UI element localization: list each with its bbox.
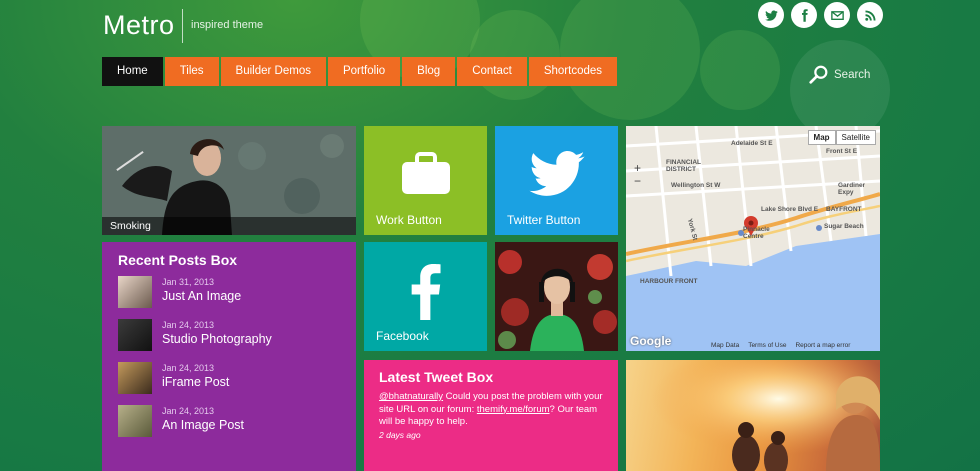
post-date: Jan 31, 2013 xyxy=(162,277,215,287)
tweet-box-title: Latest Tweet Box xyxy=(379,369,494,385)
post-item[interactable]: Jan 24, 2013 Studio Photography xyxy=(118,319,340,354)
search-label: Search xyxy=(834,69,871,81)
search-icon xyxy=(809,65,828,84)
nav-item-builder-demos[interactable]: Builder Demos xyxy=(220,57,326,86)
post-thumbnail[interactable] xyxy=(118,362,152,394)
post-date: Jan 24, 2013 xyxy=(162,320,215,330)
bokeh-light xyxy=(700,30,780,110)
main-nav: Home Tiles Builder Demos Portfolio Blog … xyxy=(102,57,618,86)
post-title-link[interactable]: Studio Photography xyxy=(162,332,272,346)
map-label: BAYFRONT xyxy=(826,206,862,213)
tweet-handle-link[interactable]: @bhatnaturally xyxy=(379,391,443,402)
map-type-satellite-button[interactable]: Satellite xyxy=(835,130,876,145)
twitter-bird-icon xyxy=(528,150,585,196)
recent-posts-box: Recent Posts Box Jan 31, 2013 Just An Im… xyxy=(102,242,356,471)
twitter-icon[interactable] xyxy=(758,2,784,28)
tile-beach-image[interactable] xyxy=(626,360,880,471)
beach-photo xyxy=(626,360,880,471)
map-label: Front St E xyxy=(826,148,858,155)
map-label: Adelaide St E xyxy=(731,140,773,147)
rss-icon[interactable] xyxy=(857,2,883,28)
post-title-link[interactable]: iFrame Post xyxy=(162,375,229,389)
tile-label: Work Button xyxy=(376,213,442,227)
map-type-map-button[interactable]: Map xyxy=(807,130,836,145)
tile-label: Twitter Button xyxy=(507,213,581,227)
tile-smoking-image[interactable]: Smoking xyxy=(102,126,356,235)
post-thumbnail[interactable] xyxy=(118,319,152,351)
site-tagline: inspired theme xyxy=(191,19,264,31)
post-item[interactable]: Jan 31, 2013 Just An Image xyxy=(118,276,340,311)
post-item[interactable]: Jan 24, 2013 An Image Post xyxy=(118,405,340,440)
post-date: Jan 24, 2013 xyxy=(162,406,215,416)
tile-work-button[interactable]: Work Button xyxy=(364,126,487,235)
map-footer: Map Data Terms of Use Report a map error xyxy=(711,342,850,349)
post-date: Jan 24, 2013 xyxy=(162,363,215,373)
portrait-photo xyxy=(495,242,618,351)
recent-posts-title: Recent Posts Box xyxy=(118,252,238,268)
tweet-timestamp: 2 days ago xyxy=(379,429,421,440)
tile-portrait-image[interactable] xyxy=(495,242,618,351)
google-logo: Google xyxy=(630,334,672,348)
map-label: FINANCIAL DISTRICT xyxy=(666,159,701,173)
map-label: Gardiner Expy xyxy=(838,182,866,196)
mail-icon[interactable] xyxy=(824,2,850,28)
nav-item-tiles[interactable]: Tiles xyxy=(164,57,219,86)
map-label: HARBOUR FRONT xyxy=(640,278,698,285)
social-icons xyxy=(758,2,883,28)
nav-item-contact[interactable]: Contact xyxy=(457,57,527,86)
post-thumbnail[interactable] xyxy=(118,405,152,437)
facebook-f-icon xyxy=(411,264,441,321)
latest-tweet-box: Latest Tweet Box @bhatnaturally Could yo… xyxy=(364,360,618,471)
site-logo[interactable]: Metro xyxy=(103,10,175,41)
tile-facebook[interactable]: Facebook xyxy=(364,242,487,351)
map-data-link[interactable]: Map Data xyxy=(711,342,739,349)
map-zoom-controls: + − xyxy=(634,162,641,188)
facebook-icon[interactable] xyxy=(791,2,817,28)
briefcase-icon xyxy=(401,151,450,194)
nav-item-home[interactable]: Home xyxy=(102,57,163,86)
search-button[interactable]: Search xyxy=(808,64,870,86)
tile-twitter-button[interactable]: Twitter Button xyxy=(495,126,618,235)
map-label: Lake Shore Blvd E xyxy=(761,206,819,213)
map-type-toggle: Map Satellite xyxy=(807,130,876,145)
bokeh-light xyxy=(790,40,890,140)
report-map-error-link[interactable]: Report a map error xyxy=(795,342,850,349)
nav-item-blog[interactable]: Blog xyxy=(402,57,456,86)
tile-label: Facebook xyxy=(376,329,429,343)
post-title-link[interactable]: An Image Post xyxy=(162,418,244,432)
bokeh-light xyxy=(470,10,560,100)
map-widget[interactable]: Map Satellite + − FINANCIAL DISTRICT Wel… xyxy=(626,126,880,351)
map-label: Sugar Beach xyxy=(824,223,864,230)
nav-item-shortcodes[interactable]: Shortcodes xyxy=(528,57,618,86)
post-thumbnail[interactable] xyxy=(118,276,152,308)
tile-caption: Smoking xyxy=(102,217,356,235)
post-title-link[interactable]: Just An Image xyxy=(162,289,241,303)
map-label: Pinnacle Centre xyxy=(743,226,770,240)
terms-of-use-link[interactable]: Terms of Use xyxy=(748,342,786,349)
post-item[interactable]: Jan 24, 2013 iFrame Post xyxy=(118,362,340,397)
map-label: Wellington St W xyxy=(671,182,721,189)
nav-item-portfolio[interactable]: Portfolio xyxy=(327,57,401,86)
tweet-url-link[interactable]: themify.me/forum xyxy=(477,404,550,415)
zoom-out-button[interactable]: − xyxy=(634,175,641,188)
logo-divider xyxy=(182,9,183,43)
tweet-text: @bhatnaturally Could you post the proble… xyxy=(379,391,603,429)
